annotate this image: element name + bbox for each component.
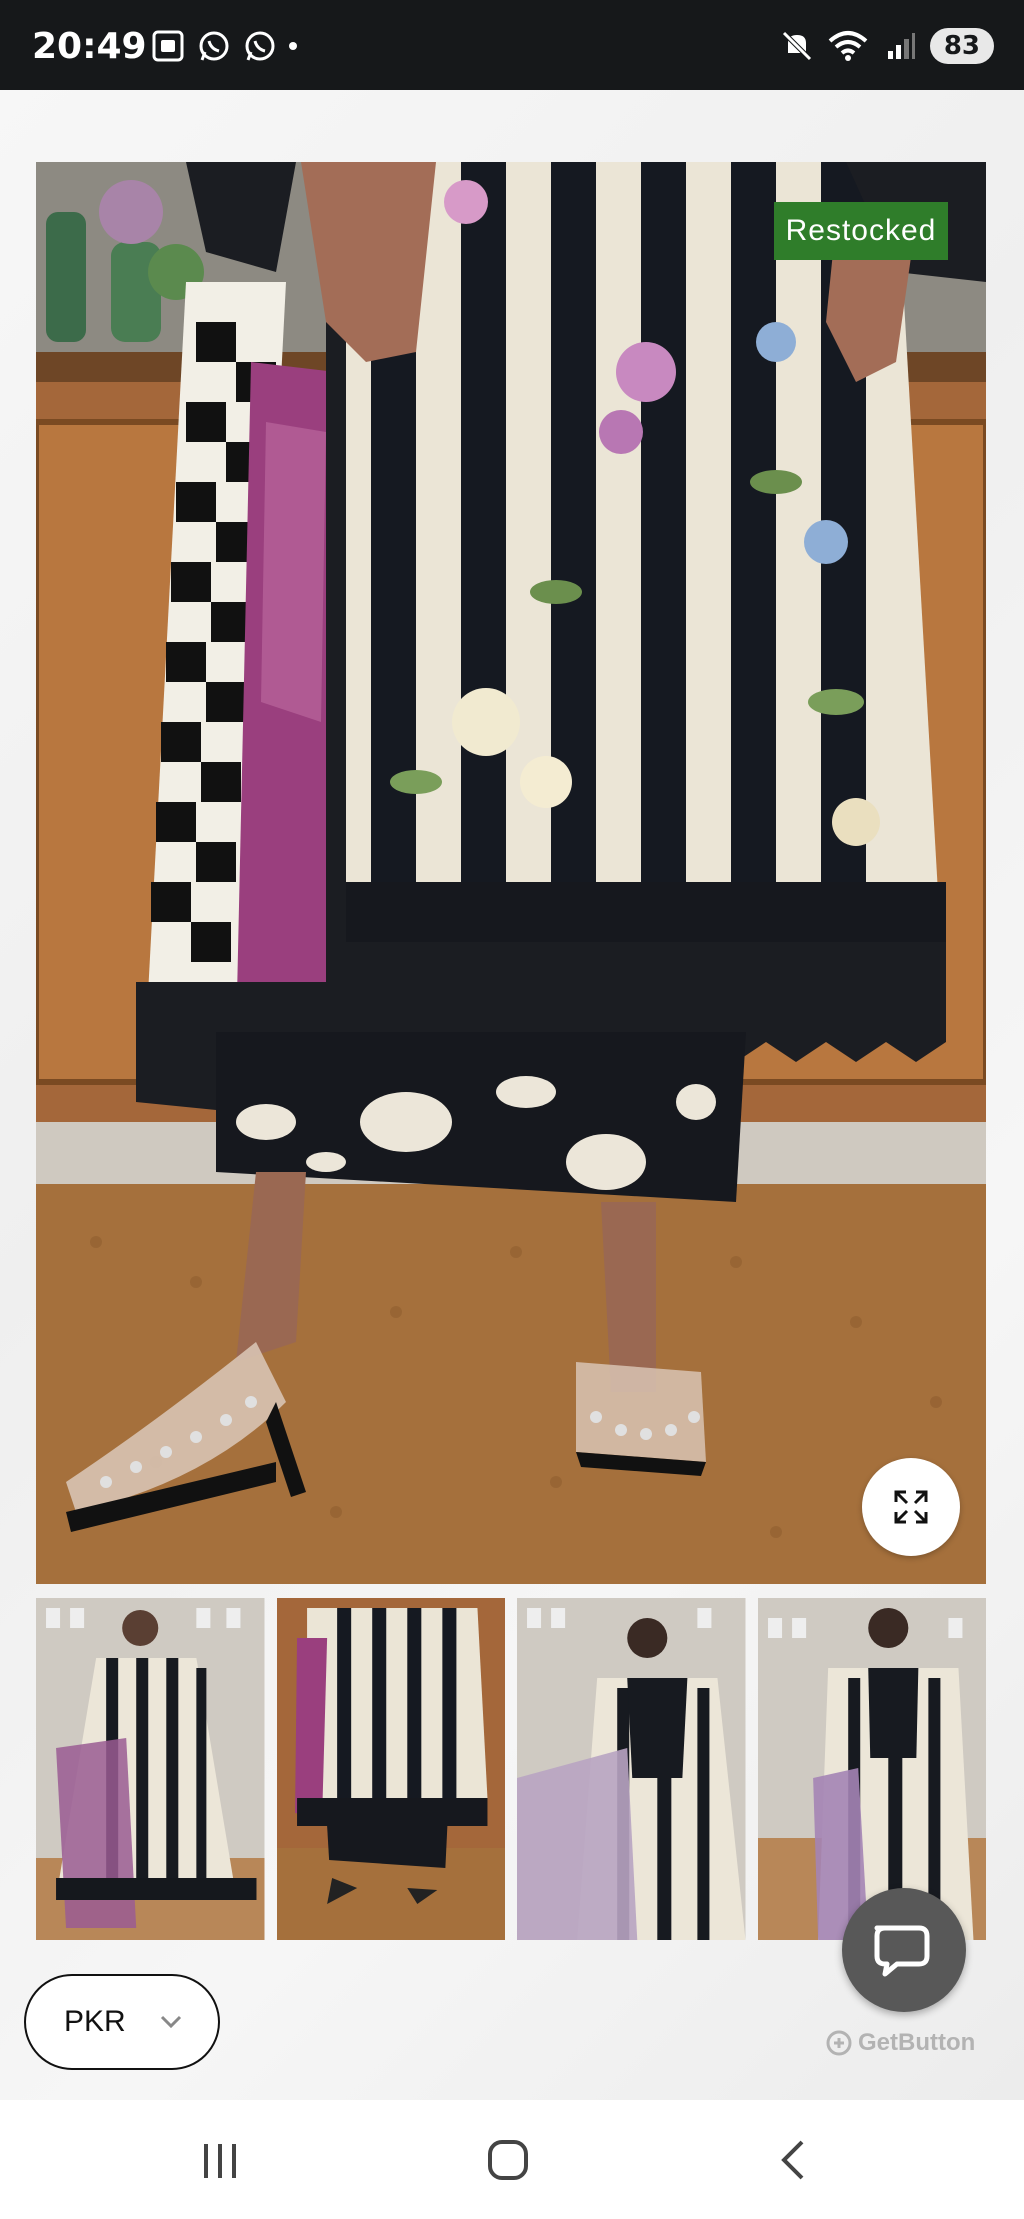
- wifi-icon: [828, 31, 868, 61]
- chevron-down-icon: [160, 2015, 182, 2029]
- thumbnail-image: [517, 1598, 746, 1940]
- system-navigation-bar: [0, 2100, 1024, 2219]
- currency-selector[interactable]: PKR: [24, 1974, 220, 2070]
- product-photo: [36, 162, 986, 1584]
- status-time: 20:49: [32, 26, 147, 67]
- expand-icon: [894, 1490, 928, 1524]
- thumbnail-strip: [36, 1598, 986, 1940]
- product-page: Restocked PKR GetButton: [0, 90, 1024, 2100]
- thumbnail-1[interactable]: [36, 1598, 265, 1940]
- notification-icons: [150, 28, 298, 64]
- recent-apps-icon: [204, 2144, 236, 2178]
- home-button[interactable]: [478, 2130, 538, 2190]
- thumbnail-image: [276, 1598, 505, 1940]
- mute-icon: [782, 31, 812, 61]
- home-icon: [488, 2140, 528, 2180]
- thumbnail-image: [757, 1598, 986, 1940]
- currency-label: PKR: [64, 2005, 126, 2038]
- chat-bubble-icon: [874, 1925, 930, 1977]
- recent-apps-button[interactable]: [190, 2130, 250, 2190]
- whatsapp-business-icon: [245, 31, 275, 61]
- system-icons: 83: [780, 28, 994, 64]
- dot-icon: [289, 42, 297, 50]
- product-main-image[interactable]: Restocked: [36, 162, 986, 1584]
- signal-icon: [887, 33, 915, 59]
- screenshot-icon: [152, 30, 184, 62]
- getbutton-branding[interactable]: GetButton: [824, 2028, 975, 2058]
- whatsapp-icon: [199, 31, 229, 61]
- thumbnail-2[interactable]: [276, 1598, 505, 1940]
- expand-image-button[interactable]: [862, 1458, 960, 1556]
- chat-button[interactable]: [842, 1888, 966, 2012]
- thumbnail-4[interactable]: [757, 1598, 986, 1940]
- back-icon: [781, 2140, 804, 2180]
- getbutton-label: GetButton: [858, 2029, 976, 2056]
- thumbnail-image: [36, 1598, 265, 1940]
- thumbnail-3[interactable]: [517, 1598, 746, 1940]
- restocked-badge: Restocked: [774, 202, 948, 260]
- status-bar: 20:49 83: [0, 0, 1024, 90]
- getbutton-logo-icon: [826, 2030, 852, 2056]
- back-button[interactable]: [764, 2130, 824, 2190]
- battery-level: 83: [929, 28, 994, 64]
